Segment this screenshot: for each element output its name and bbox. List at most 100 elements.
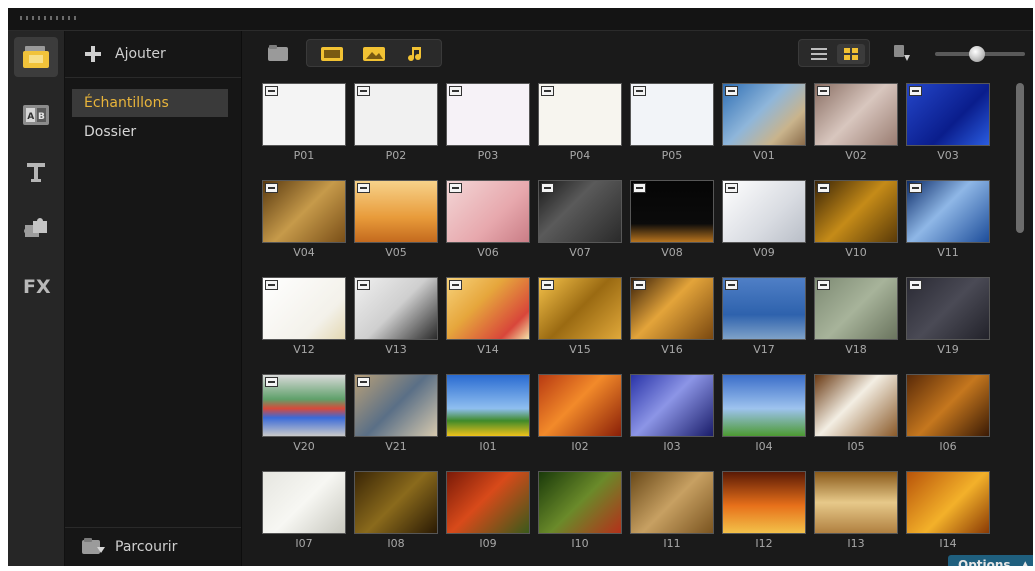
media-thumbnail[interactable]: V05	[354, 180, 438, 266]
thumbnail-image	[906, 180, 990, 243]
clip-type-badge-icon	[633, 86, 646, 96]
thumbnail-label: P04	[569, 149, 591, 162]
show-photos-toggle[interactable]	[357, 45, 391, 63]
thumbnail-image	[722, 471, 806, 534]
thumbnail-label: I09	[479, 537, 497, 550]
media-thumbnail[interactable]: I13	[814, 471, 898, 557]
folder-item-label: Dossier	[84, 124, 137, 140]
thumbnail-label: P05	[661, 149, 683, 162]
media-thumbnail[interactable]: V11	[906, 180, 990, 266]
media-thumbnail[interactable]: P01	[262, 83, 346, 169]
media-thumbnail[interactable]: I05	[814, 374, 898, 460]
library-toolbar	[242, 31, 1033, 77]
graphics-tab[interactable]	[14, 209, 58, 249]
thumbnail-label: I01	[479, 440, 497, 453]
fx-icon: FX	[23, 276, 51, 298]
sort-button[interactable]	[888, 39, 916, 67]
media-thumbnail[interactable]: V04	[262, 180, 346, 266]
media-thumbnail[interactable]: V14	[446, 277, 530, 363]
vertical-scrollbar[interactable]	[1016, 83, 1024, 233]
thumbnail-label: V06	[477, 246, 499, 259]
media-thumbnail[interactable]: P03	[446, 83, 530, 169]
media-thumbnail[interactable]: V19	[906, 277, 990, 363]
clip-type-badge-icon	[909, 86, 922, 96]
list-view-button[interactable]	[805, 44, 833, 64]
media-folder-icon	[23, 46, 49, 68]
clip-type-badge-icon	[357, 86, 370, 96]
clip-type-badge-icon	[357, 377, 370, 387]
clip-type-badge-icon	[817, 86, 830, 96]
clip-type-badge-icon	[265, 86, 278, 96]
media-thumbnail[interactable]: V07	[538, 180, 622, 266]
media-thumbnail[interactable]: V18	[814, 277, 898, 363]
video-filmstrip-icon	[321, 47, 343, 61]
transitions-tab[interactable]: A B	[14, 95, 58, 135]
folder-item-folder[interactable]: Dossier	[72, 118, 228, 146]
add-folder-button[interactable]: Ajouter	[65, 31, 241, 78]
title-strip	[8, 8, 1033, 31]
media-thumbnail[interactable]: I10	[538, 471, 622, 557]
thumbnail-label: V09	[753, 246, 775, 259]
title-tab[interactable]	[14, 152, 58, 192]
media-thumbnail[interactable]: P02	[354, 83, 438, 169]
media-thumbnail[interactable]: V13	[354, 277, 438, 363]
thumbnail-label: V21	[385, 440, 407, 453]
media-filter-group	[306, 39, 442, 67]
thumbnail-view-button[interactable]	[837, 44, 865, 64]
thumbnail-label: V05	[385, 246, 407, 259]
media-thumbnail[interactable]: V02	[814, 83, 898, 169]
media-thumbnail[interactable]: P04	[538, 83, 622, 169]
browse-button[interactable]: Parcourir	[65, 527, 241, 566]
media-thumbnail[interactable]: I02	[538, 374, 622, 460]
media-thumbnail[interactable]: I12	[722, 471, 806, 557]
media-thumbnail[interactable]: I01	[446, 374, 530, 460]
media-thumbnail[interactable]: I11	[630, 471, 714, 557]
filters-tab[interactable]: FX	[14, 266, 58, 306]
media-library-tab[interactable]	[14, 37, 58, 77]
import-folder-button[interactable]	[264, 39, 292, 67]
photo-icon	[363, 47, 385, 61]
options-button[interactable]: Options ▲	[948, 555, 1033, 566]
media-thumbnail[interactable]: V06	[446, 180, 530, 266]
thumbnail-label: V02	[845, 149, 867, 162]
show-videos-toggle[interactable]	[315, 45, 349, 63]
browse-folder-icon	[82, 538, 105, 554]
thumbnail-size-slider[interactable]	[935, 46, 1025, 62]
media-thumbnail[interactable]: V17	[722, 277, 806, 363]
media-thumbnail[interactable]: P05	[630, 83, 714, 169]
slider-knob[interactable]	[969, 46, 985, 62]
media-thumbnail[interactable]: V20	[262, 374, 346, 460]
media-thumbnail[interactable]: V15	[538, 277, 622, 363]
clip-type-badge-icon	[909, 183, 922, 193]
thumbnail-label: V11	[937, 246, 959, 259]
media-thumbnail[interactable]: V10	[814, 180, 898, 266]
media-thumbnail[interactable]: I07	[262, 471, 346, 557]
show-audio-toggle[interactable]	[399, 45, 433, 63]
folder-item-samples[interactable]: Échantillons	[72, 89, 228, 117]
transition-ab-icon: A B	[23, 105, 49, 125]
media-thumbnail[interactable]: V16	[630, 277, 714, 363]
thumbnail-label: I02	[571, 440, 589, 453]
thumbnail-image	[262, 83, 346, 146]
view-mode-group	[798, 39, 870, 67]
thumbnail-image	[262, 180, 346, 243]
thumbnail-label: V04	[293, 246, 315, 259]
media-thumbnail[interactable]: I04	[722, 374, 806, 460]
media-thumbnail[interactable]: I14	[906, 471, 990, 557]
thumbnail-label: V16	[661, 343, 683, 356]
thumbnail-label: I06	[939, 440, 957, 453]
media-thumbnail[interactable]: I03	[630, 374, 714, 460]
media-thumbnail[interactable]: V21	[354, 374, 438, 460]
media-thumbnail[interactable]: V12	[262, 277, 346, 363]
media-thumbnail[interactable]: V09	[722, 180, 806, 266]
thumbnail-label: V01	[753, 149, 775, 162]
media-thumbnail[interactable]: I09	[446, 471, 530, 557]
drag-grip[interactable]	[20, 16, 78, 20]
media-thumbnail[interactable]: V01	[722, 83, 806, 169]
media-thumbnail[interactable]: V03	[906, 83, 990, 169]
thumbnail-label: I07	[295, 537, 313, 550]
media-thumbnail[interactable]: V08	[630, 180, 714, 266]
media-thumbnail[interactable]: I08	[354, 471, 438, 557]
thumbnail-label: I13	[847, 537, 865, 550]
media-thumbnail[interactable]: I06	[906, 374, 990, 460]
